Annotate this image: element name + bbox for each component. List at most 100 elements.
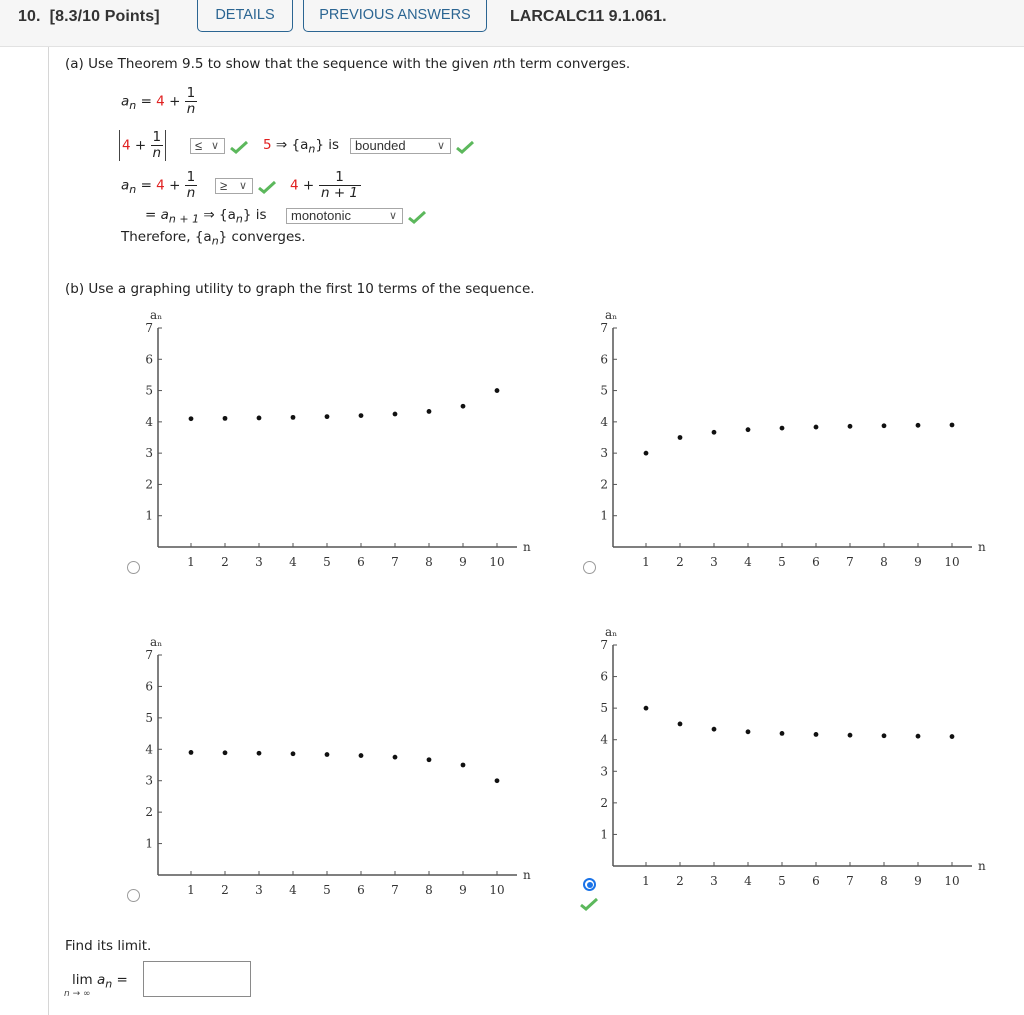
data-point	[324, 752, 330, 757]
y-tick-label: 6	[600, 670, 608, 684]
data-point	[188, 416, 194, 422]
data-point	[290, 751, 296, 757]
data-point	[779, 425, 785, 431]
x-tick-label: 9	[459, 555, 467, 569]
x-tick-label: 9	[459, 883, 467, 897]
data-point	[643, 450, 649, 456]
y-tick-label: 5	[600, 701, 608, 715]
x-tick-label: 10	[944, 555, 959, 569]
data-point	[813, 424, 819, 430]
y-tick-label: 7	[145, 321, 153, 335]
y-tick-label: 2	[145, 805, 153, 819]
y-tick-label: 7	[600, 321, 608, 335]
x-tick-label: 5	[778, 874, 786, 888]
data-point	[222, 750, 228, 756]
radio-option-2[interactable]	[583, 561, 596, 574]
y-axis-label: aₙ	[150, 308, 162, 322]
data-point	[290, 414, 296, 420]
x-tick-label: 1	[187, 555, 195, 569]
data-point	[745, 427, 751, 433]
data-point	[677, 721, 683, 727]
y-tick-label: 5	[145, 711, 153, 725]
data-point	[460, 762, 466, 768]
data-point	[494, 388, 500, 393]
x-tick-label: 9	[914, 874, 922, 888]
x-tick-label: 6	[357, 555, 365, 569]
y-tick-label: 7	[600, 638, 608, 652]
x-axis-label: n	[978, 540, 986, 554]
y-tick-label: 1	[600, 509, 608, 523]
x-tick-label: 2	[221, 883, 229, 897]
x-tick-label: 10	[489, 883, 504, 897]
y-tick-label: 5	[600, 384, 608, 398]
x-tick-label: 1	[642, 874, 650, 888]
x-tick-label: 3	[710, 555, 718, 569]
limit-expression: lim an =	[72, 972, 128, 991]
data-point	[881, 733, 887, 739]
x-tick-label: 10	[944, 874, 959, 888]
x-tick-label: 5	[323, 555, 331, 569]
x-tick-label: 7	[846, 874, 854, 888]
x-tick-label: 4	[289, 883, 297, 897]
y-axis-label: aₙ	[605, 308, 617, 322]
x-tick-label: 4	[744, 874, 752, 888]
x-tick-label: 7	[846, 555, 854, 569]
data-point	[392, 411, 398, 417]
x-axis-label: n	[523, 540, 531, 554]
x-tick-label: 8	[880, 555, 888, 569]
y-tick-label: 3	[145, 774, 153, 788]
x-tick-label: 8	[425, 883, 433, 897]
y-tick-label: 2	[145, 477, 153, 491]
x-tick-label: 8	[880, 874, 888, 888]
data-point	[711, 726, 717, 732]
y-tick-label: 7	[145, 648, 153, 662]
x-tick-label: 6	[357, 883, 365, 897]
limit-prompt: Find its limit.	[65, 938, 152, 954]
data-point	[392, 754, 398, 760]
y-tick-label: 4	[600, 415, 608, 429]
data-point	[813, 732, 819, 737]
data-point	[915, 733, 921, 739]
data-point	[949, 734, 955, 739]
y-tick-label: 5	[145, 384, 153, 398]
x-axis-label: n	[523, 868, 531, 882]
x-tick-label: 6	[812, 874, 820, 888]
data-point	[426, 757, 432, 763]
y-tick-label: 4	[600, 733, 608, 747]
x-tick-label: 6	[812, 555, 820, 569]
y-tick-label: 3	[600, 446, 608, 460]
data-point	[324, 414, 330, 420]
data-point	[188, 750, 194, 755]
data-point	[426, 409, 432, 414]
limit-answer-input[interactable]	[143, 961, 251, 997]
data-point	[847, 423, 853, 429]
data-point	[847, 732, 853, 738]
x-tick-label: 4	[744, 555, 752, 569]
data-point	[711, 429, 717, 435]
data-point	[358, 753, 364, 758]
data-point	[677, 435, 683, 440]
data-point	[881, 423, 887, 429]
x-tick-label: 7	[391, 883, 399, 897]
x-tick-label: 1	[187, 883, 195, 897]
radio-option-4[interactable]	[583, 878, 596, 891]
limit-subscript: n → ∞	[64, 989, 91, 999]
y-axis-label: aₙ	[150, 635, 162, 649]
radio-option-3[interactable]	[127, 889, 140, 902]
x-tick-label: 5	[778, 555, 786, 569]
y-tick-label: 1	[600, 827, 608, 841]
data-point	[915, 422, 921, 428]
y-tick-label: 3	[600, 764, 608, 778]
x-tick-label: 2	[676, 874, 684, 888]
radio-option-1[interactable]	[127, 561, 140, 574]
y-tick-label: 2	[600, 796, 608, 810]
graph-option-1: 1 2 3 4 5 6 7 1 2 3 4 5 6 7 8 9 10 aₙ n 1 2 3 4 5 6 7 1 2 3 4 5 6 7 8 9 10 a…	[145, 308, 986, 897]
y-tick-label: 3	[145, 446, 153, 460]
x-tick-label: 1	[642, 555, 650, 569]
y-tick-label: 1	[145, 509, 153, 523]
data-point	[643, 705, 649, 711]
data-point	[222, 415, 228, 421]
y-tick-label: 4	[145, 742, 153, 756]
x-tick-label: 3	[710, 874, 718, 888]
y-tick-label: 6	[145, 679, 153, 693]
